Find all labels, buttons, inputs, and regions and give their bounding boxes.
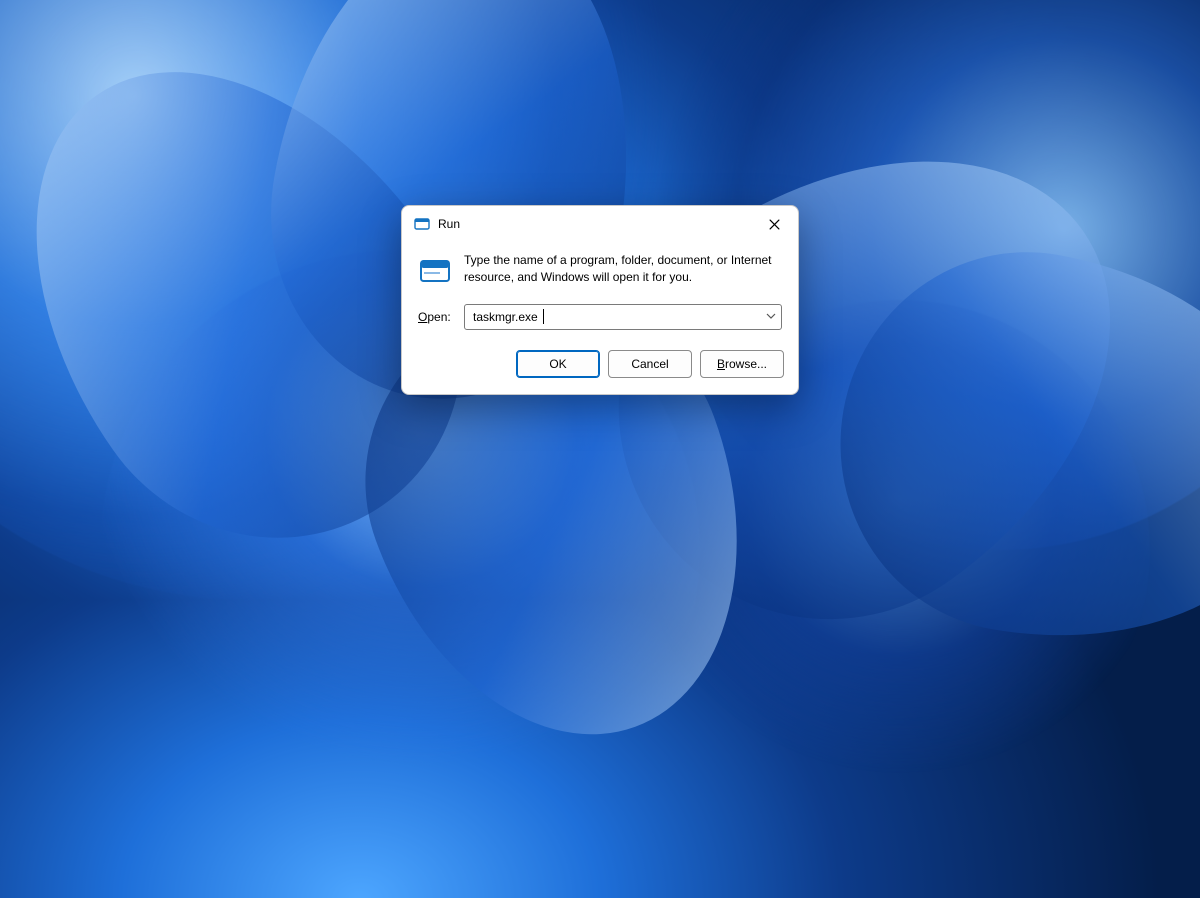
ok-button[interactable]: OK bbox=[516, 350, 600, 378]
dialog-buttons: OK Cancel Browse... bbox=[402, 338, 798, 394]
titlebar[interactable]: Run bbox=[402, 206, 798, 240]
close-icon bbox=[769, 219, 780, 230]
open-label: Open: bbox=[418, 310, 454, 324]
run-body-icon bbox=[418, 254, 452, 288]
run-dialog: Run Type the name of a program, folder, … bbox=[401, 205, 799, 395]
open-input[interactable] bbox=[464, 304, 782, 330]
open-combobox[interactable] bbox=[464, 304, 782, 330]
cancel-button[interactable]: Cancel bbox=[608, 350, 692, 378]
browse-button[interactable]: Browse... bbox=[700, 350, 784, 378]
dialog-description: Type the name of a program, folder, docu… bbox=[464, 252, 782, 287]
text-caret bbox=[543, 309, 544, 324]
run-title-icon bbox=[414, 216, 430, 232]
close-button[interactable] bbox=[760, 214, 788, 234]
dialog-title: Run bbox=[438, 217, 752, 231]
